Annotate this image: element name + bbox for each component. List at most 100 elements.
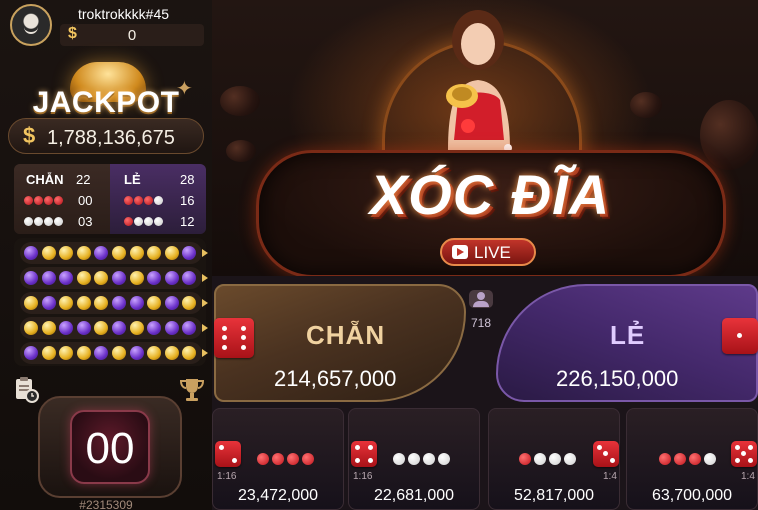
stat-pattern-one-red <box>124 217 163 226</box>
trophy-icon[interactable] <box>178 376 206 404</box>
stat-odd-count: 28 <box>180 172 195 187</box>
history-ball-gold <box>147 246 162 260</box>
history-ball-gold <box>59 296 74 310</box>
history-row <box>20 342 208 364</box>
result-statistics: CHẴN 22 00 03 LẺ 28 16 12 <box>14 164 206 234</box>
dice-icon <box>593 441 619 467</box>
jackpot-title: JACKPOT <box>32 86 180 119</box>
dice-odd-icon <box>722 318 758 354</box>
history-ball-gold <box>182 346 197 360</box>
history-ball-purple <box>182 271 197 285</box>
sub-bet-ratio: 1:4 <box>603 471 617 482</box>
user-info: troktrokkkk#45 $ 0 <box>6 2 204 48</box>
countdown-timer: 00 <box>85 424 135 473</box>
stat-even-count: 22 <box>76 172 91 187</box>
sub-bet-total: 63,700,000 <box>651 487 733 504</box>
sub-bet-total: 52,817,000 <box>513 487 595 504</box>
jackpot-amount-box: $ 1,788,136,675 <box>8 118 204 154</box>
countdown-panel: 00 <box>38 396 182 498</box>
history-ball-gold <box>147 296 162 310</box>
history-ball-purple <box>94 246 109 260</box>
bet-odd-total: 226,150,000 <box>556 366 679 391</box>
live-play-icon <box>452 245 468 259</box>
live-label: LIVE <box>474 243 511 262</box>
bokeh-chip-decoration <box>700 100 758 170</box>
history-ball-purple <box>24 271 38 285</box>
stat-pattern-four-red <box>24 196 63 205</box>
balance-box: $ 0 <box>60 24 204 46</box>
live-button[interactable]: LIVE <box>440 238 536 266</box>
history-ball-purple <box>41 296 56 310</box>
bet-even-label: CHẴN <box>306 320 386 350</box>
stat-even: CHẴN 22 00 03 <box>14 164 110 234</box>
history-ball-purple <box>24 346 38 360</box>
balance-value: 0 <box>127 27 137 44</box>
sub-bet-ratio: 1:16 <box>217 471 237 482</box>
sub-bet-ratio: 1:4 <box>741 471 755 482</box>
stat-value: 03 <box>78 214 93 229</box>
history-ball-purple <box>164 321 179 335</box>
dice-icon <box>351 441 377 467</box>
history-ball-gold <box>59 246 74 260</box>
bokeh-chip-decoration <box>226 140 256 162</box>
stat-value: 00 <box>78 193 93 208</box>
sub-bet-three-red[interactable]: 1:4 63,700,000 <box>626 408 758 510</box>
sub-bet-ratio: 1:16 <box>353 471 373 482</box>
history-ball-purple <box>24 246 38 260</box>
history-ball-gold <box>129 321 144 335</box>
stat-value: 12 <box>180 214 195 229</box>
sub-bet-pattern <box>659 453 716 465</box>
dice-even-icon <box>214 318 254 358</box>
sub-bet-four-red[interactable]: 1:16 23,472,000 <box>212 408 344 510</box>
history-ball-purple <box>182 246 197 260</box>
sub-bet-pattern <box>257 453 314 465</box>
history-ball-gold <box>129 246 144 260</box>
history-ball-gold <box>41 246 56 260</box>
history-ball-gold <box>164 346 179 360</box>
users-icon <box>469 290 493 308</box>
sub-bet-pattern <box>393 453 450 465</box>
players-online: 718 <box>466 290 496 330</box>
result-history-board <box>14 238 208 366</box>
username: troktrokkkk#45 <box>78 6 170 22</box>
history-row <box>20 267 208 289</box>
history-ball-gold <box>147 346 162 360</box>
history-ball-gold <box>76 346 91 360</box>
history-ball-purple <box>76 321 91 335</box>
players-online-count: 718 <box>470 316 492 330</box>
stat-pattern-three-red <box>124 196 163 205</box>
history-ball-purple <box>112 321 126 335</box>
history-ball-gold <box>94 296 109 310</box>
history-ball-purple <box>112 296 126 310</box>
sub-bet-four-white[interactable]: 1:16 22,681,000 <box>348 408 480 510</box>
history-ball-purple <box>164 271 179 285</box>
game-logo: XÓC ĐĨA <box>369 163 611 226</box>
history-row <box>20 242 208 264</box>
history-ball-gold <box>41 321 56 335</box>
history-ball-purple <box>129 296 144 310</box>
sub-bet-one-red[interactable]: 1:4 52,817,000 <box>488 408 620 510</box>
history-ball-purple <box>41 271 56 285</box>
history-ball-gold <box>41 346 56 360</box>
history-ball-purple <box>59 321 74 335</box>
stat-odd: LẺ 28 16 12 <box>110 164 206 234</box>
history-ball-purple <box>94 346 109 360</box>
history-ball-gold <box>24 321 38 335</box>
history-ball-gold <box>24 296 38 310</box>
history-ball-gold <box>182 296 197 310</box>
bet-odd-area[interactable]: LẺ 226,150,000 <box>496 284 758 402</box>
history-ball-purple <box>59 271 74 285</box>
dice-icon <box>215 441 241 467</box>
history-ball-purple <box>129 346 144 360</box>
sub-bet-total: 22,681,000 <box>373 487 455 504</box>
history-ball-purple <box>164 296 179 310</box>
avatar[interactable] <box>10 4 52 46</box>
history-row <box>20 292 208 314</box>
live-dealer-image <box>446 10 512 150</box>
history-ball-gold <box>164 246 179 260</box>
history-ball-purple <box>182 321 197 335</box>
bokeh-chip-decoration <box>630 92 662 118</box>
left-panel: troktrokkkk#45 $ 0 ✦ JACKPOT $ 1,788,136… <box>0 0 212 510</box>
stat-value: 16 <box>180 193 195 208</box>
history-clipboard-icon[interactable] <box>14 376 40 404</box>
